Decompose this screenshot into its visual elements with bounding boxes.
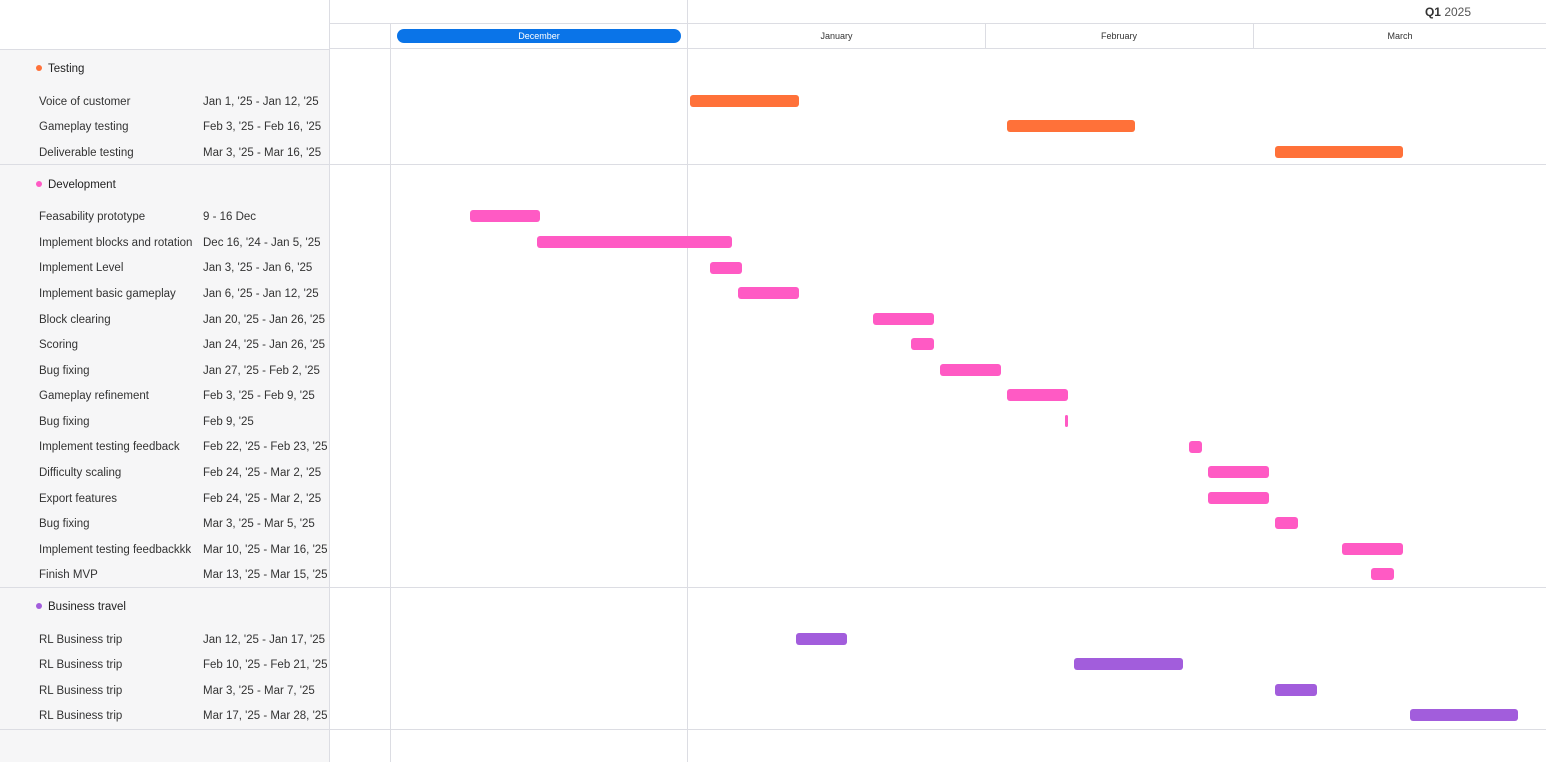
header-bottom-divider <box>330 48 1546 49</box>
task-bar[interactable] <box>1208 466 1269 478</box>
task-dates: Mar 3, '25 - Mar 5, '25 <box>203 518 315 530</box>
task-name[interactable]: Implement blocks and rotation <box>39 234 192 252</box>
group-header-business-travel[interactable]: Business travel <box>36 598 126 616</box>
status-dot-icon <box>36 602 42 609</box>
task-dates: Jan 6, '25 - Jan 12, '25 <box>203 288 319 300</box>
task-bar[interactable] <box>1074 658 1183 670</box>
task-name[interactable]: Block clearing <box>39 311 111 329</box>
task-dates: Feb 24, '25 - Mar 2, '25 <box>203 493 322 505</box>
task-name[interactable]: Bug fixing <box>39 362 90 380</box>
group-name: Business travel <box>48 601 126 613</box>
month-march[interactable]: March <box>1254 24 1546 48</box>
task-dates: Dec 16, '24 - Jan 5, '25 <box>203 237 321 249</box>
task-bar[interactable] <box>1342 543 1403 555</box>
task-dates: Feb 22, '25 - Feb 23, '25 <box>203 441 328 453</box>
task-name[interactable]: Gameplay testing <box>39 118 129 136</box>
task-bar[interactable] <box>1275 146 1403 158</box>
task-bar[interactable] <box>710 262 742 274</box>
task-dates: Feb 10, '25 - Feb 21, '25 <box>203 659 328 671</box>
task-bar[interactable] <box>1208 492 1269 504</box>
group-name: Testing <box>48 63 85 75</box>
task-dates: Jan 1, '25 - Jan 12, '25 <box>203 96 319 108</box>
task-name[interactable]: Implement testing feedback <box>39 438 180 456</box>
group-divider <box>0 587 1546 588</box>
status-dot-icon <box>36 64 42 71</box>
task-dates: Jan 27, '25 - Feb 2, '25 <box>203 365 320 377</box>
task-name[interactable]: Bug fixing <box>39 515 90 533</box>
task-name[interactable]: RL Business trip <box>39 631 122 649</box>
task-dates: Feb 3, '25 - Feb 16, '25 <box>203 121 322 133</box>
task-dates: Mar 10, '25 - Mar 16, '25 <box>203 544 328 556</box>
month-february[interactable]: February <box>985 24 1253 48</box>
task-name[interactable]: Gameplay refinement <box>39 387 149 405</box>
task-bar[interactable] <box>1275 684 1317 696</box>
task-dates: Mar 3, '25 - Mar 7, '25 <box>203 685 315 697</box>
task-dates: Feb 3, '25 - Feb 9, '25 <box>203 390 315 402</box>
group-name: Development <box>48 179 116 191</box>
task-name[interactable]: Scoring <box>39 336 78 354</box>
task-dates: Jan 12, '25 - Jan 17, '25 <box>203 634 326 646</box>
sidebar-header <box>0 0 329 50</box>
task-name[interactable]: Implement basic gameplay <box>39 285 176 303</box>
task-name[interactable]: Implement testing feedbackkk <box>39 541 191 559</box>
task-bar[interactable] <box>1189 441 1202 453</box>
group-divider <box>0 729 1546 730</box>
task-bar[interactable] <box>873 313 934 325</box>
task-name[interactable]: Voice of customer <box>39 93 130 111</box>
task-bar[interactable] <box>470 210 540 222</box>
task-bar[interactable] <box>690 95 799 107</box>
task-dates: Mar 17, '25 - Mar 28, '25 <box>203 710 328 722</box>
task-bar[interactable] <box>738 287 799 299</box>
week-gridline <box>390 24 391 762</box>
task-bar-milestone[interactable] <box>1065 415 1068 427</box>
task-bar[interactable] <box>940 364 1001 376</box>
task-name[interactable]: RL Business trip <box>39 682 122 700</box>
task-bar[interactable] <box>1410 709 1518 721</box>
task-name[interactable]: Bug fixing <box>39 413 90 431</box>
task-name[interactable]: Finish MVP <box>39 566 98 584</box>
task-bar[interactable] <box>796 633 847 645</box>
task-name[interactable]: Feasability prototype <box>39 208 145 226</box>
task-name[interactable]: Difficulty scaling <box>39 464 121 482</box>
task-bar[interactable] <box>911 338 934 350</box>
task-bar[interactable] <box>537 236 732 248</box>
task-name[interactable]: RL Business trip <box>39 656 122 674</box>
task-dates: Jan 20, '25 - Jan 26, '25 <box>203 314 326 326</box>
task-name[interactable]: Export features <box>39 490 117 508</box>
task-dates: Feb 24, '25 - Mar 2, '25 <box>203 467 322 479</box>
task-bar[interactable] <box>1007 389 1068 401</box>
task-bar[interactable] <box>1007 120 1135 132</box>
quarter-label: Q1 <box>1424 5 1441 19</box>
task-name[interactable]: Implement Level <box>39 259 123 277</box>
task-bar[interactable] <box>1275 517 1298 529</box>
task-dates: Mar 13, '25 - Mar 15, '25 <box>203 569 328 581</box>
quarter-year: 2025 <box>1444 5 1472 19</box>
group-header-testing[interactable]: Testing <box>36 60 84 78</box>
month-january[interactable]: January <box>688 24 985 48</box>
task-dates: Feb 9, '25 <box>203 416 254 428</box>
quarter-title: Q1 2025 <box>1318 3 1546 21</box>
month-gridline <box>1253 24 1254 48</box>
group-header-development[interactable]: Development <box>36 176 116 194</box>
task-bar[interactable] <box>1371 568 1394 580</box>
task-dates: 9 - 16 Dec <box>203 211 257 223</box>
task-name[interactable]: RL Business trip <box>39 707 122 725</box>
month-gridline <box>687 0 688 762</box>
status-dot-icon <box>36 180 42 187</box>
task-dates: Jan 3, '25 - Jan 6, '25 <box>203 262 313 274</box>
month-gridline <box>985 24 986 48</box>
month-december[interactable]: December <box>397 29 681 43</box>
group-divider <box>0 164 1546 165</box>
task-dates: Jan 24, '25 - Jan 26, '25 <box>203 339 326 351</box>
task-dates: Mar 3, '25 - Mar 16, '25 <box>203 147 322 159</box>
gantt-app: Q1 2025 December January February March … <box>0 0 1546 762</box>
task-name[interactable]: Deliverable testing <box>39 144 134 162</box>
